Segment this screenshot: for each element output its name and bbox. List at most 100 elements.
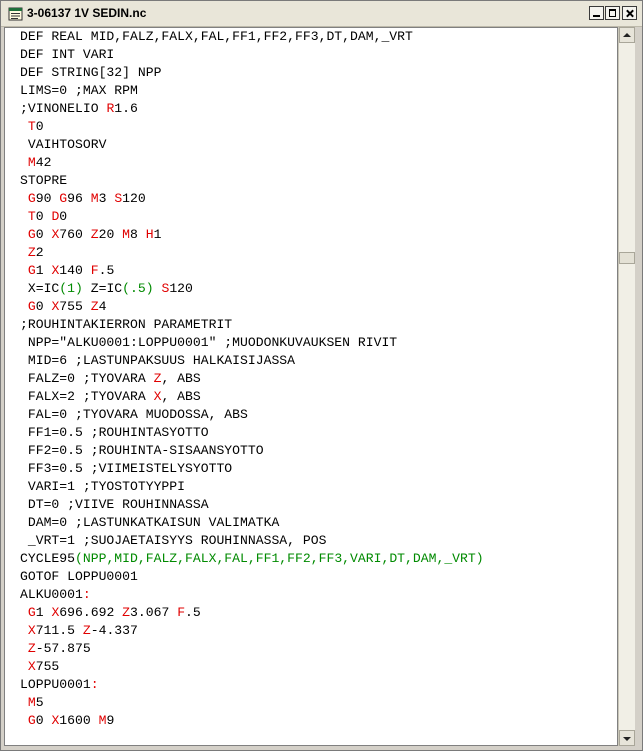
code-text-segment [20,623,28,638]
code-text-segment: DAM=0 ;LASTUNKATKAISUN VALIMATKA [20,515,280,530]
vertical-scrollbar[interactable] [618,27,635,746]
code-line: T0 [20,118,484,136]
code-text-segment: Z=IC [82,281,123,296]
code-address-letter: S [114,191,123,206]
code-address-letter: Z [27,245,36,260]
code-text-segment: 5 [35,695,44,710]
notepad-icon [8,7,23,21]
code-text-segment: 0 [35,713,52,728]
code-line: FAL=0 ;TYOVARA MUODOSSA, ABS [20,406,484,424]
code-text-segment: 3.067 [130,605,178,620]
title-bar[interactable]: 3-06137 1V SEDIN.nc [1,1,642,27]
code-line: ;ROUHINTAKIERRON PARAMETRIT [20,316,484,334]
code-text-segment: -4.337 [90,623,138,638]
code-line: VAIHTOSORV [20,136,484,154]
code-text-segment: ;ROUHINTAKIERRON PARAMETRIT [20,317,233,332]
code-line: DAM=0 ;LASTUNKATKAISUN VALIMATKA [20,514,484,532]
code-text-segment [20,713,28,728]
code-text-segment [20,227,28,242]
code-address-letter: M [27,155,36,170]
code-line: G90 G96 M3 S120 [20,190,484,208]
code-text-segment: FF3=0.5 ;VIIMEISTELYSYOTTO [20,461,233,476]
code-text-segment: DT=0 ;VIIVE ROUHINNASSA [20,497,209,512]
code-line: FF2=0.5 ;ROUHINTA-SISAANSYOTTO [20,442,484,460]
code-text-segment: 1 [35,263,52,278]
code-text-segment: 96 [67,191,91,206]
code-address-letter: G [27,191,36,206]
code-text-segment: 120 [122,191,146,206]
code-text-segment: 4 [98,299,107,314]
code-text-segment: 2 [35,245,44,260]
code-line: ;VINONELIO R1.6 [20,100,484,118]
code-line: NPP="ALKU0001:LOPPU0001" ;MUODONKUVAUKSE… [20,334,484,352]
scroll-up-button[interactable] [619,27,635,43]
close-button[interactable] [622,6,637,20]
code-text-segment [20,155,28,170]
code-address-letter: F [90,263,99,278]
code-address-letter: G [27,605,36,620]
code-text-segment: STOPRE [20,173,68,188]
code-line: M42 [20,154,484,172]
code-text-segment: VAIHTOSORV [20,137,107,152]
code-line: GOTOF LOPPU0001 [20,568,484,586]
code-line: FALX=2 ;TYOVARA X, ABS [20,388,484,406]
code-line: G1 X140 F.5 [20,262,484,280]
code-text-segment: 711.5 [35,623,83,638]
code-text-segment [20,299,28,314]
code-text-segment: 120 [169,281,193,296]
code-address-letter: Z [90,227,99,242]
code-text-segment: 760 [59,227,91,242]
code-line: DT=0 ;VIIVE ROUHINNASSA [20,496,484,514]
code-line: X755 [20,658,484,676]
scroll-down-button[interactable] [619,730,635,746]
code-address-letter: M [122,227,131,242]
code-address-letter: T [27,119,36,134]
code-text-segment: LOPPU0001 [20,677,91,692]
code-text-segment [20,191,28,206]
code-line: G0 X1600 M9 [20,712,484,730]
scroll-thumb[interactable] [619,252,635,264]
code-line: Z-57.875 [20,640,484,658]
code-line: G0 X760 Z20 M8 H1 [20,226,484,244]
code-text-segment [20,245,28,260]
code-parameter-text: (NPP,MID,FALZ,FALX,FAL,FF1,FF2,FF3,VARI,… [75,551,484,566]
window-title: 3-06137 1V SEDIN.nc [27,6,147,20]
code-line: G1 X696.692 Z3.067 F.5 [20,604,484,622]
code-address-letter: G [27,713,36,728]
code-text-segment [20,209,28,224]
code-text-segment: DEF REAL MID,FALZ,FALX,FAL,FF1,FF2,FF3,D… [20,29,413,44]
code-text-segment: .5 [185,605,201,620]
code-text-segment [20,695,28,710]
code-text-segment: -57.875 [35,641,91,656]
code-parameter-text: (.5) [122,281,154,296]
code-text-segment: 0 [35,209,52,224]
code-line: M5 [20,694,484,712]
code-text-segment: FALX=2 ;TYOVARA [20,389,154,404]
code-text-segment: 0 [35,119,44,134]
code-line: FALZ=0 ;TYOVARA Z, ABS [20,370,484,388]
code-text-segment: 0 [59,209,68,224]
code-line: X=IC(1) Z=IC(.5) S120 [20,280,484,298]
code-text-segment: X=IC [20,281,60,296]
code-address-letter: : [90,677,99,692]
code-text-segment: DEF INT VARI [20,47,115,62]
code-text-segment: 755 [59,299,91,314]
code-text-segment: , ABS [161,371,201,386]
code-line: DEF INT VARI [20,46,484,64]
code-text[interactable]: DEF REAL MID,FALZ,FALX,FAL,FF1,FF2,FF3,D… [20,28,484,730]
code-text-segment: GOTOF LOPPU0001 [20,569,138,584]
code-address-letter: H [145,227,154,242]
code-line: LIMS=0 ;MAX RPM [20,82,484,100]
code-text-segment: 90 [35,191,60,206]
code-text-segment: 20 [98,227,123,242]
code-editor[interactable]: DEF REAL MID,FALZ,FALX,FAL,FF1,FF2,FF3,D… [4,27,618,746]
code-text-segment: 1 [35,605,52,620]
code-text-segment: NPP="ALKU0001:LOPPU0001" ;MUODONKUVAUKSE… [20,335,398,350]
code-text-segment: 696.692 [59,605,123,620]
code-line: ALKU0001: [20,586,484,604]
code-address-letter: Z [90,299,99,314]
code-line: VARI=1 ;TYOSTOTYYPPI [20,478,484,496]
minimize-button[interactable] [589,6,604,20]
code-address-letter: G [27,227,36,242]
maximize-button[interactable] [605,6,620,20]
